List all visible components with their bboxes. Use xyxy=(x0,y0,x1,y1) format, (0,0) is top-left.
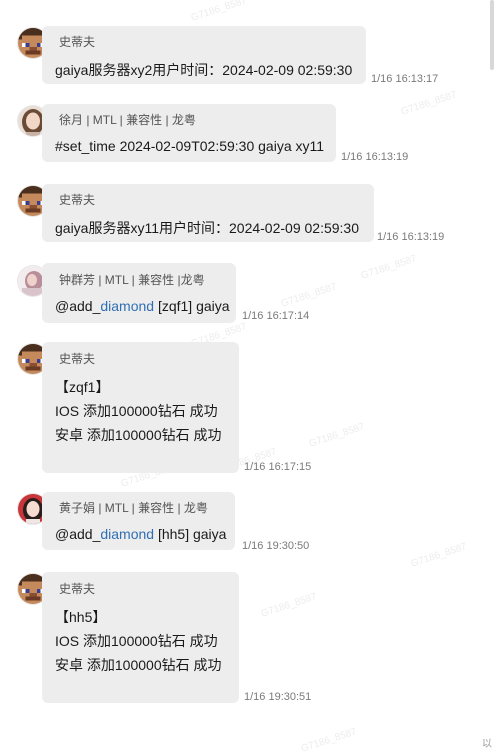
message-bubble[interactable]: 史蒂夫 gaiya服务器xy11用户时间：2024-02-09 02:59:30 xyxy=(42,184,374,242)
watermark: G7186_8587 xyxy=(189,0,249,24)
timestamp: 1/16 16:13:17 xyxy=(371,73,439,85)
message-bubble[interactable]: 史蒂夫 【zqf1】 IOS 添加100000钻石 成功 安卓 添加100000… xyxy=(42,342,239,473)
sender-name: 徐月 | MTL | 兼容性 | 龙粤 xyxy=(59,113,196,127)
sender-name: 史蒂夫 xyxy=(59,193,96,207)
message-text: IOS 添加100000钻石 成功 xyxy=(55,633,218,649)
sender-name: 史蒂夫 xyxy=(59,352,96,366)
timestamp: 1/16 16:17:14 xyxy=(242,310,310,322)
sender-name: 史蒂夫 xyxy=(59,35,96,49)
chat-history: G7186_8587 G7186_8587 G7186_8587 G7186_8… xyxy=(0,0,495,755)
timestamp: 1/16 16:13:19 xyxy=(377,231,445,243)
timestamp: 1/16 16:17:15 xyxy=(244,461,312,473)
watermark: G7186_8587 xyxy=(299,726,359,755)
timestamp: 1/16 16:13:19 xyxy=(341,151,409,163)
message-bubble[interactable]: 钟群芳 | MTL | 兼容性 |龙粤 @add_diamond [zqf1] … xyxy=(42,263,236,323)
message-text: IOS 添加100000钻石 成功 xyxy=(55,403,218,419)
mention-link[interactable]: diamond xyxy=(100,526,154,542)
scrollbar[interactable] xyxy=(489,0,495,754)
message-text: @add_diamond [hh5] gaiya xyxy=(55,526,226,542)
scrollbar-thumb[interactable] xyxy=(490,0,494,70)
watermark: G7186_8587 xyxy=(409,541,469,570)
mention-prefix: @add_ xyxy=(55,298,101,314)
message-text: @add_diamond [zqf1] gaiya xyxy=(55,298,230,314)
message-bubble[interactable]: 黄子娟 | MTL | 兼容性 | 龙粤 @add_diamond [hh5] … xyxy=(42,492,235,550)
corner-glyph: 以 xyxy=(482,739,492,750)
mention-link[interactable]: diamond xyxy=(100,298,154,314)
watermark: G7186_8587 xyxy=(279,281,339,310)
sender-name: 史蒂夫 xyxy=(59,582,96,596)
timestamp: 1/16 19:30:51 xyxy=(244,691,312,703)
mention-suffix: [zqf1] gaiya xyxy=(154,298,230,314)
message-text: gaiya服务器xy2用户时间：2024-02-09 02:59:30 xyxy=(55,62,353,78)
sender-name: 黄子娟 | MTL | 兼容性 | 龙粤 xyxy=(59,501,208,515)
mention-suffix: [hh5] gaiya xyxy=(154,526,227,542)
message-text: 安卓 添加100000钻石 成功 xyxy=(55,427,222,443)
watermark: G7186_8587 xyxy=(399,89,459,118)
message-text: 安卓 添加100000钻石 成功 xyxy=(55,657,222,673)
message-text: gaiya服务器xy11用户时间：2024-02-09 02:59:30 xyxy=(55,220,360,236)
watermark: G7186_8587 xyxy=(307,421,367,450)
message-text: 【zqf1】 xyxy=(55,379,110,395)
message-bubble[interactable]: 徐月 | MTL | 兼容性 | 龙粤 #set_time 2024-02-09… xyxy=(42,104,336,162)
message-bubble[interactable]: 史蒂夫 【hh5】 IOS 添加100000钻石 成功 安卓 添加100000钻… xyxy=(42,572,239,703)
timestamp: 1/16 19:30:50 xyxy=(242,540,310,552)
message-bubble[interactable]: 史蒂夫 gaiya服务器xy2用户时间：2024-02-09 02:59:30 xyxy=(42,26,366,84)
sender-name: 钟群芳 | MTL | 兼容性 |龙粤 xyxy=(59,273,205,287)
watermark: G7186_8587 xyxy=(359,253,419,282)
message-text: #set_time 2024-02-09T02:59:30 gaiya xy11 xyxy=(55,138,325,154)
message-text: 【hh5】 xyxy=(55,609,107,625)
mention-prefix: @add_ xyxy=(55,526,101,542)
watermark: G7186_8587 xyxy=(259,591,319,620)
